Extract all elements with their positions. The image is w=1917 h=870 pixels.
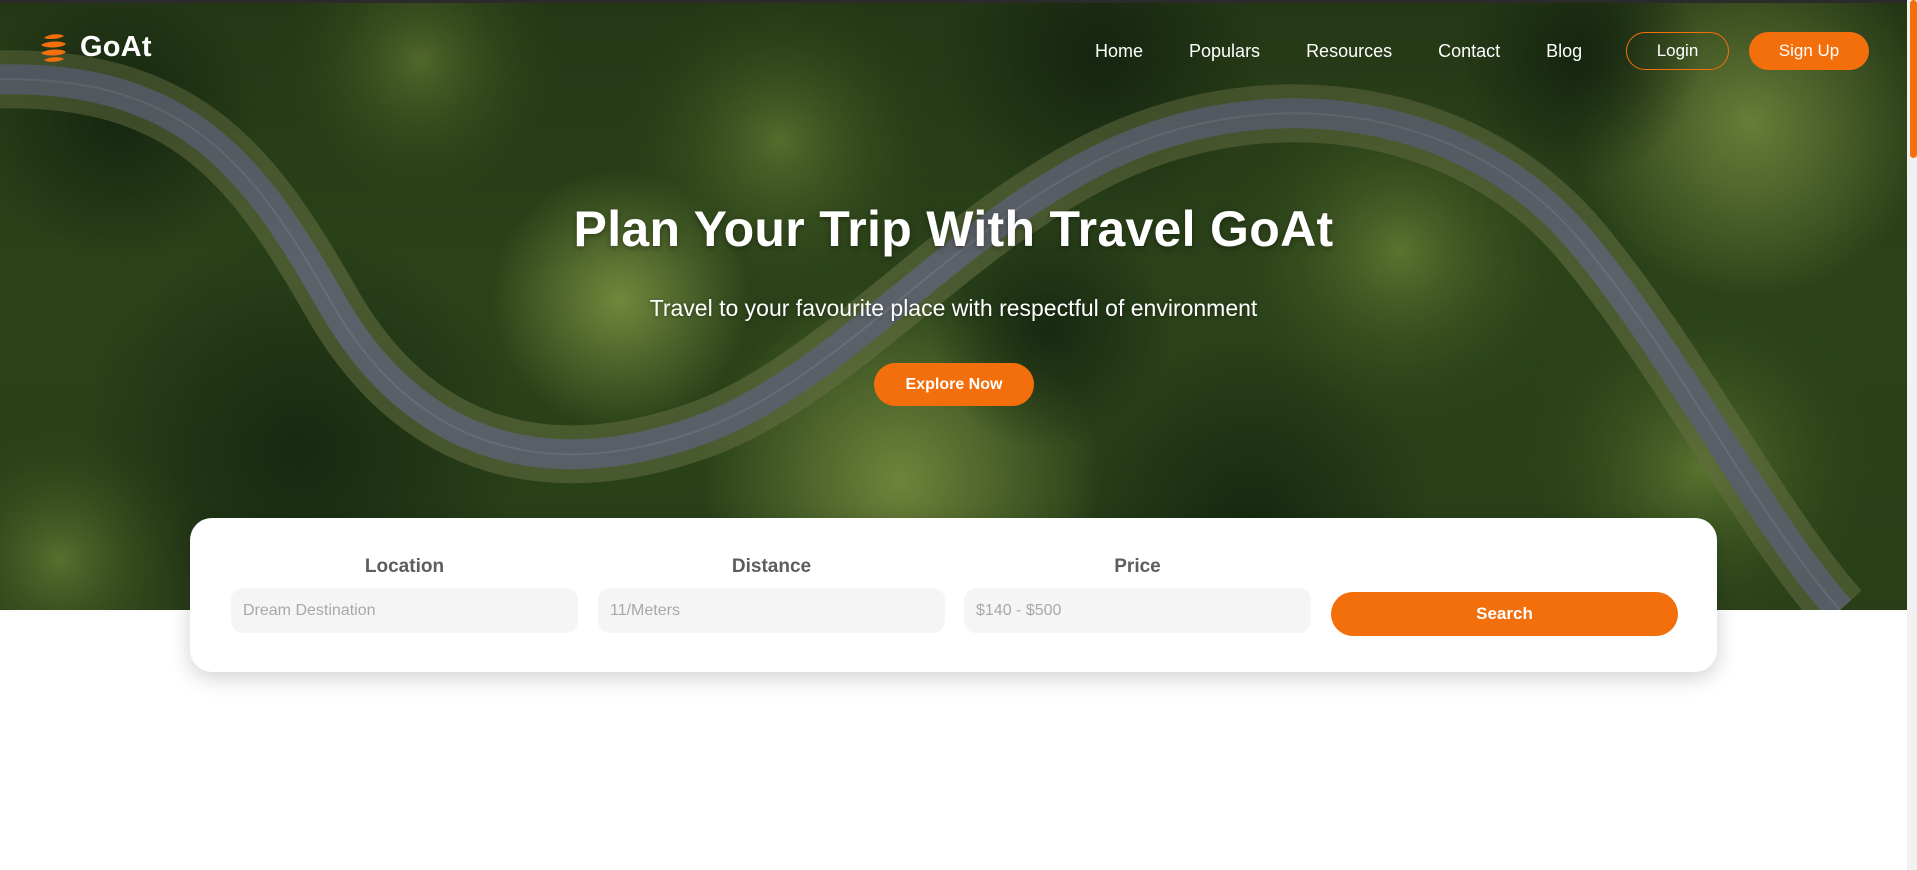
distance-input[interactable]: [598, 588, 945, 633]
hero-title: Plan Your Trip With Travel GoAt: [573, 201, 1334, 257]
search-button[interactable]: Search: [1331, 592, 1678, 636]
brand-logo[interactable]: GoAt: [38, 30, 152, 64]
landing-page: GoAt Home Populars Resources Contact Blo…: [0, 0, 1917, 870]
signup-button[interactable]: Sign Up: [1749, 32, 1869, 70]
hero-subtitle: Travel to your favourite place with resp…: [649, 295, 1258, 321]
nav-populars[interactable]: Populars: [1189, 40, 1260, 62]
location-input[interactable]: [231, 588, 578, 633]
distance-field-group: Distance: [598, 556, 945, 633]
nav-blog[interactable]: Blog: [1546, 40, 1582, 62]
location-label: Location: [364, 556, 445, 577]
stacked-globe-icon: [41, 34, 66, 62]
nav-home[interactable]: Home: [1095, 40, 1143, 62]
distance-label: Distance: [731, 556, 812, 577]
price-field-group: Price: [964, 556, 1311, 633]
scrollbar-thumb[interactable]: [1910, 0, 1917, 158]
search-card: Location Distance Price Search: [190, 518, 1717, 672]
price-label: Price: [1114, 556, 1161, 577]
main-nav: Home Populars Resources Contact Blog: [1095, 40, 1582, 62]
page-scrollbar[interactable]: [1907, 0, 1917, 870]
top-border: [0, 0, 1907, 3]
price-input[interactable]: [964, 588, 1311, 633]
nav-resources[interactable]: Resources: [1306, 40, 1392, 62]
explore-now-button[interactable]: Explore Now: [874, 363, 1034, 406]
brand-name: GoAt: [80, 30, 152, 63]
nav-contact[interactable]: Contact: [1438, 40, 1500, 62]
login-button[interactable]: Login: [1626, 32, 1729, 70]
location-field-group: Location: [231, 556, 578, 633]
